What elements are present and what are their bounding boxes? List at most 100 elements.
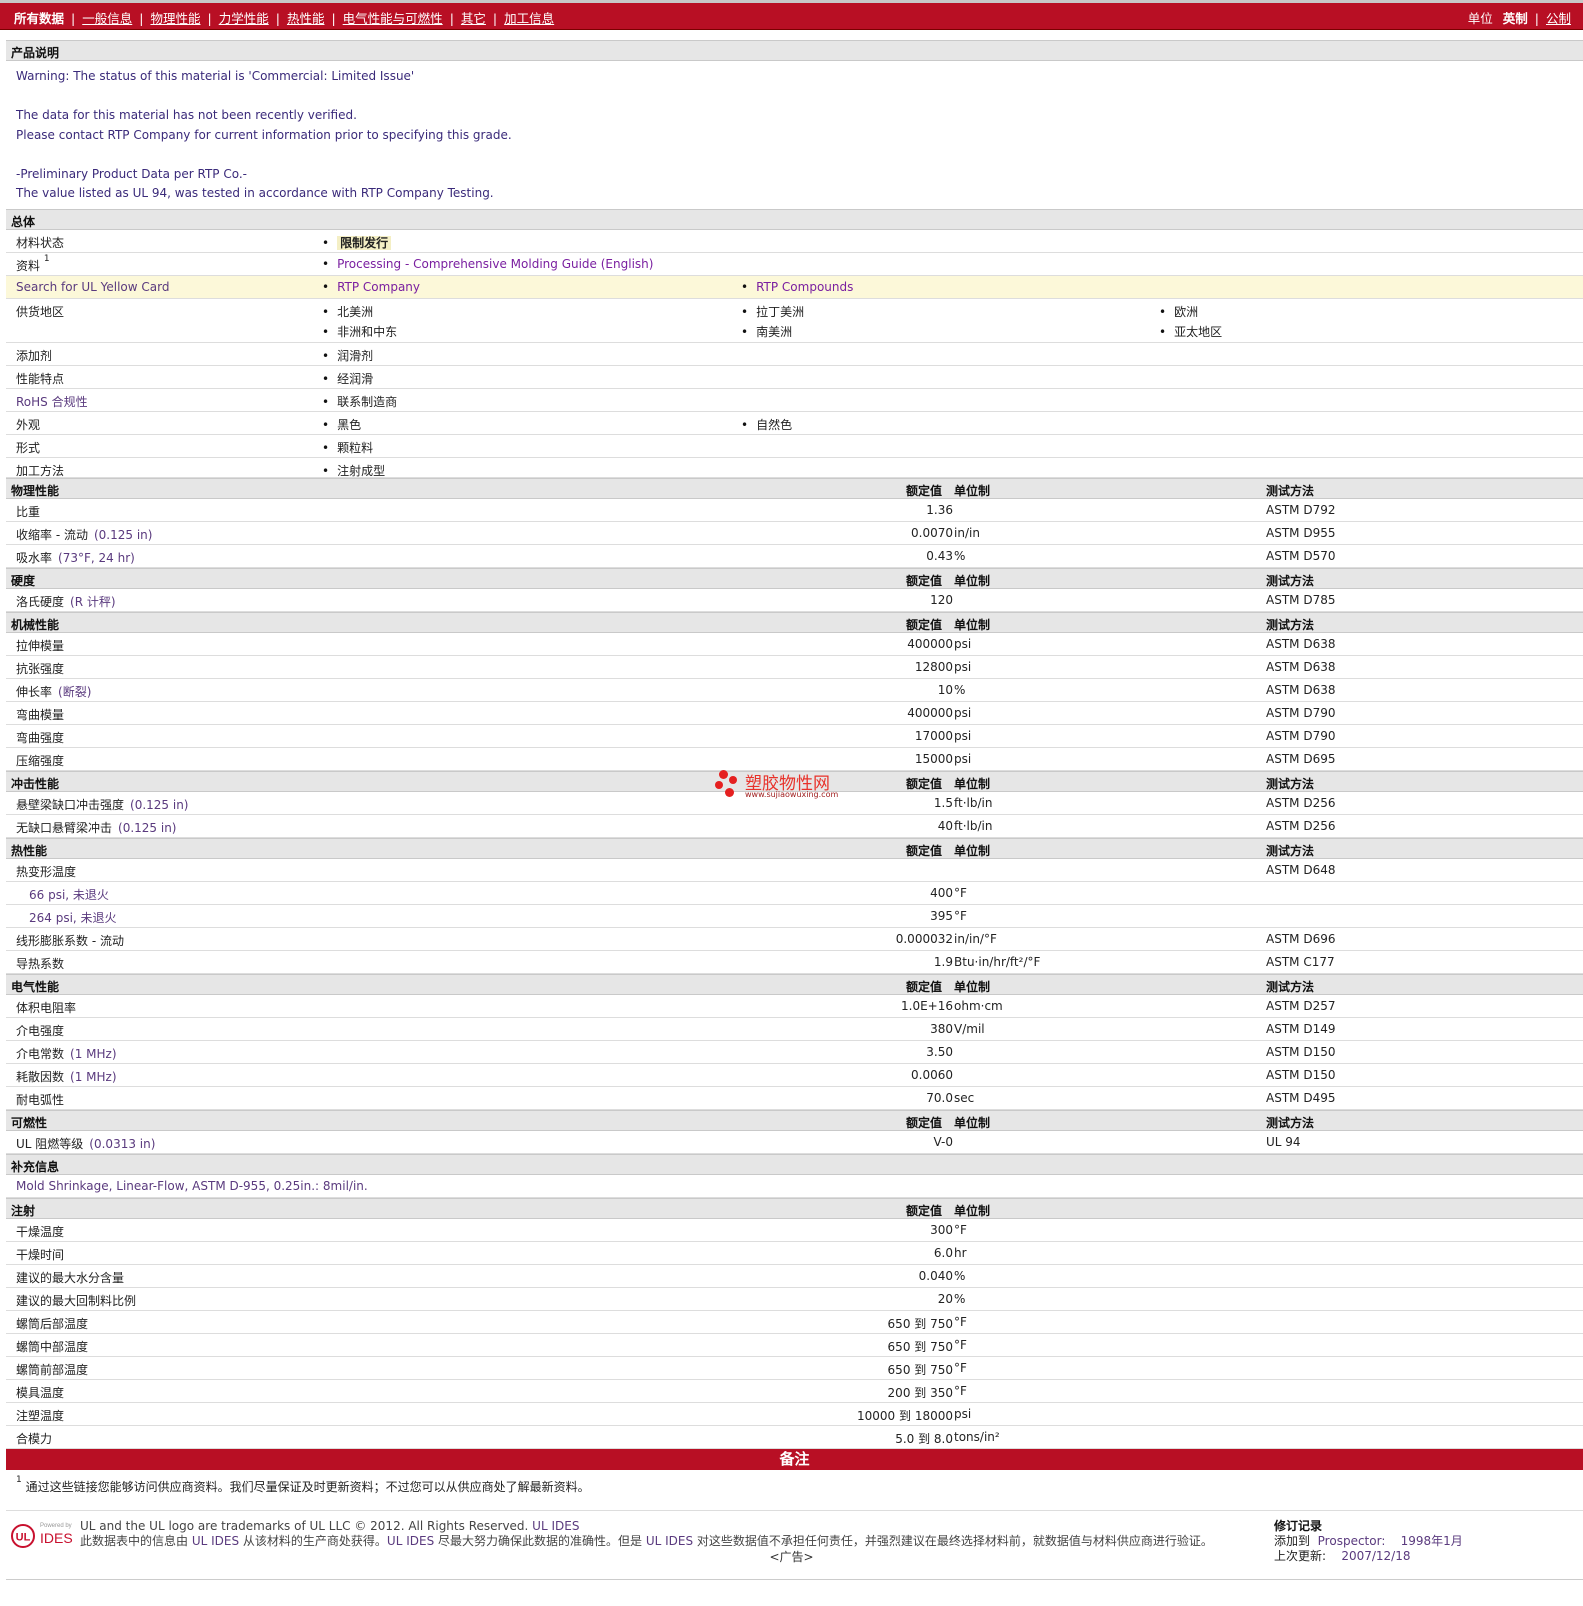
nominal-value: 15000	[914, 752, 953, 766]
nav-other[interactable]: 其它	[461, 11, 486, 26]
table-row: 弯曲强度 17000 psi ASTM D790	[6, 725, 1583, 748]
unit: %	[954, 683, 966, 697]
table-row: 耐电弧性 70.0 sec ASTM D495	[6, 1087, 1583, 1110]
ul-logo-icon: UL Powered by IDES	[11, 1523, 73, 1548]
section-header-supplement: 补充信息	[6, 1154, 1583, 1175]
property-label: 干燥时间	[16, 1248, 65, 1262]
nominal-value: V-0	[933, 1135, 953, 1149]
nominal-value: 12800	[914, 660, 953, 674]
footnote: 1 通过这些链接您能够访问供应商资料。我们尽量保证及时更新资料；不过您可以从供应…	[6, 1470, 1583, 1511]
nav-all-data[interactable]: 所有数据	[14, 11, 64, 26]
table-row: 模具温度 200 到 350 °F	[6, 1380, 1583, 1403]
table-row: 吸水率 (73°F, 24 hr) 0.43% ASTM D570	[6, 545, 1583, 568]
unit: ft·lb/in	[954, 796, 993, 810]
table-row: 弯曲模量 400000 psi ASTM D790	[6, 702, 1583, 725]
unit: in/in/°F	[954, 932, 997, 946]
property-label: 螺筒中部温度	[16, 1340, 89, 1354]
unit: Btu·in/hr/ft²/°F	[954, 955, 1041, 969]
site-watermark: 塑胶物性网 www.sujiaowuxing.com	[715, 768, 855, 808]
property-label: 吸水率 (73°F, 24 hr)	[16, 551, 135, 565]
property-label: UL 阻燃等级 (0.0313 in)	[16, 1137, 156, 1151]
processing-guide-link[interactable]: Processing - Comprehensive Molding Guide…	[337, 257, 653, 271]
rtp-compounds-link[interactable]: RTP Compounds	[756, 280, 853, 294]
unit: %	[954, 1292, 966, 1306]
flammability-rows: UL 阻燃等级 (0.0313 in) V-0 UL 94	[6, 1131, 1583, 1154]
description-line: Warning: The status of this material is …	[16, 69, 415, 83]
nominal-value: 10000 到 18000	[857, 1409, 953, 1423]
test-method: ASTM D638	[1266, 637, 1336, 651]
table-row: 伸长率 (断裂) 10% ASTM D638	[6, 679, 1583, 702]
nav-processing[interactable]: 加工信息	[504, 11, 554, 26]
test-method: ASTM D638	[1266, 660, 1336, 674]
test-method: ASTM D790	[1266, 729, 1336, 743]
nominal-value: 400000	[907, 706, 953, 720]
rtp-company-link[interactable]: RTP Company	[337, 280, 420, 294]
unit: psi	[954, 752, 972, 766]
nav-general-info[interactable]: 一般信息	[82, 11, 132, 26]
unit: V/mil	[954, 1022, 985, 1036]
test-method: ASTM D570	[1266, 549, 1336, 563]
table-row: 耗散因数 (1 MHz) 0.0060 ASTM D150	[6, 1064, 1583, 1087]
unit-imperial[interactable]: 英制	[1503, 11, 1528, 26]
general-row-docs: 资料 1 Processing - Comprehensive Molding …	[6, 253, 1583, 276]
unit-metric[interactable]: 公制	[1546, 11, 1571, 26]
nominal-value: 17000	[914, 729, 953, 743]
nominal-value: 200 到 350	[887, 1386, 953, 1400]
table-row: 建议的最大回制料比例 20%	[6, 1288, 1583, 1311]
test-method: UL 94	[1266, 1135, 1301, 1149]
section-header-flammability: 可燃性 额定值 单位制 测试方法	[6, 1110, 1583, 1131]
nominal-value: 0.000032	[895, 932, 953, 946]
ad-label: <广告>	[769, 1550, 814, 1564]
property-label: 洛氏硬度 (R 计秤)	[16, 595, 116, 609]
table-row: 无缺口悬臂梁冲击 (0.125 in) 40 ft·lb/in ASTM D256	[6, 815, 1583, 838]
unit: °F	[954, 1223, 967, 1237]
injection-rows: 干燥温度 300 °F 干燥时间 6.0 hr 建议的最大水分含量 0.040% 建议的最大回制…	[6, 1219, 1583, 1449]
section-header-electrical: 电气性能 额定值 单位制 测试方法	[6, 974, 1583, 995]
section-header-general: 总体	[6, 209, 1583, 230]
table-row: 螺筒后部温度 650 到 750 °F	[6, 1311, 1583, 1334]
test-method: ASTM D695	[1266, 752, 1336, 766]
nav-mechanical[interactable]: 力学性能	[219, 11, 269, 26]
nav-thermal[interactable]: 热性能	[287, 11, 325, 26]
unit: tons/in²	[954, 1430, 1000, 1444]
nav-physical[interactable]: 物理性能	[150, 11, 200, 26]
description-line: Please contact RTP Company for current i…	[16, 127, 512, 142]
general-row-rohs: RoHS 合规性 联系制造商	[6, 389, 1583, 412]
test-method: ASTM D257	[1266, 999, 1336, 1013]
unit: ft·lb/in	[954, 819, 993, 833]
test-method: ASTM D256	[1266, 819, 1336, 833]
description-line: -Preliminary Product Data per RTP Co.-	[16, 166, 247, 181]
section-header-hardness: 硬度 额定值 单位制 测试方法	[6, 568, 1583, 589]
property-label: 耐电弧性	[16, 1093, 65, 1107]
general-row-status: 材料状态 限制发行	[6, 230, 1583, 253]
test-method: ASTM D790	[1266, 706, 1336, 720]
unit: psi	[954, 637, 972, 651]
svg-text:Powered by: Powered by	[40, 1523, 72, 1529]
table-row: UL 阻燃等级 (0.0313 in) V-0 UL 94	[6, 1131, 1583, 1154]
general-row-additive: 添加剂 润滑剂	[6, 343, 1583, 366]
nominal-value: 1.5	[933, 796, 953, 810]
nav-links: 所有数据 | 一般信息 | 物理性能 | 力学性能 | 热性能 | 电气性能与可燃性 | 其它 | 加工信息	[14, 11, 555, 26]
ul-ides-link[interactable]: UL IDES	[532, 1519, 579, 1533]
test-method: ASTM D638	[1266, 683, 1336, 697]
nominal-value: 20	[937, 1292, 953, 1306]
table-row: 洛氏硬度 (R 计秤) 120 ASTM D785	[6, 589, 1583, 612]
supplement-row: Mold Shrinkage, Linear-Flow, ASTM D-955,…	[6, 1175, 1583, 1198]
test-method: ASTM D150	[1266, 1068, 1336, 1082]
property-label: 伸长率 (断裂)	[16, 685, 92, 699]
unit: sec	[954, 1091, 975, 1105]
property-label: 导热系数	[16, 957, 65, 971]
datasheet-content: 产品说明 Warning: The status of this materia…	[6, 40, 1583, 1580]
table-row: 体积电阻率 1.0E+16 ohm·cm ASTM D257	[6, 995, 1583, 1018]
unit-label: 单位	[1467, 11, 1493, 26]
nominal-value: 650 到 750	[887, 1363, 953, 1377]
property-label: 螺筒后部温度	[16, 1317, 89, 1331]
region-item: 拉丁美洲	[741, 303, 804, 320]
nominal-value: 3.50	[926, 1045, 953, 1059]
property-label: 比重	[16, 505, 41, 519]
ul-ides-logo[interactable]: UL Powered by IDES	[10, 1521, 76, 1551]
property-label: 建议的最大回制料比例	[16, 1294, 137, 1308]
description-line: The value listed as UL 94, was tested in…	[16, 186, 494, 200]
nav-electrical-flammability[interactable]: 电气性能与可燃性	[343, 11, 443, 26]
property-label: 耗散因数 (1 MHz)	[16, 1070, 117, 1084]
